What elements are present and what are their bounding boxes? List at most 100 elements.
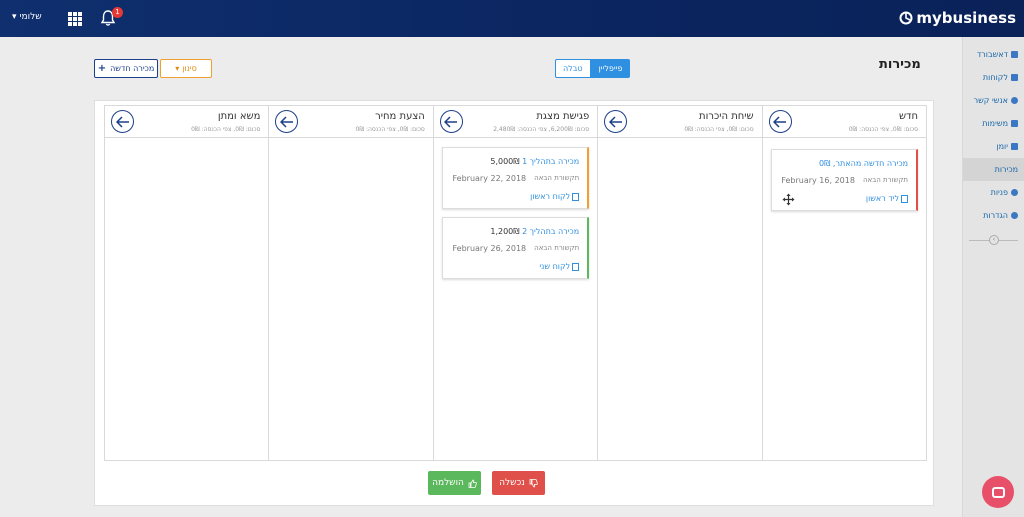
mark-lost-button[interactable]: נכשלה	[492, 471, 545, 495]
sale-card-title[interactable]: מכירה חדשה מהאתר, 0₪	[819, 159, 908, 168]
brand-logo[interactable]: mybusiness	[899, 9, 1016, 27]
sale-card[interactable]: מכירה חדשה מהאתר, 0₪ February 16, 2018 ת…	[770, 149, 919, 211]
sale-card-contact-name: ליד ראשון	[865, 194, 900, 203]
sale-card-next: February 16, 2018 תקשורת הבאה	[781, 176, 908, 185]
building-icon	[572, 192, 580, 201]
stage-column-quote: הצעת מחיר סכום: 0₪, צפי הכנסה: 0₪	[268, 106, 433, 460]
user-name: שלומי	[19, 12, 42, 22]
chat-launcher-button[interactable]	[982, 476, 1014, 508]
user-icon	[1011, 97, 1018, 104]
building-icon	[572, 262, 580, 271]
user-menu[interactable]: ▾ שלומי	[12, 12, 42, 22]
outcome-actions: הושלמה נכשלה	[95, 471, 933, 495]
brand-name: mybusiness	[916, 9, 1016, 27]
sale-card-next-label: תקשורת הבאה	[534, 244, 580, 252]
sale-card-name: מכירה בתהליך 1	[522, 157, 580, 166]
sidebar-item-calendar[interactable]: יומן	[963, 135, 1024, 158]
sidebar-item-inquiries[interactable]: פניות	[963, 181, 1024, 204]
mark-won-button[interactable]: הושלמה	[428, 471, 481, 495]
stage-summary: סכום: 0₪, צפי הכנסה: 0₪	[191, 126, 261, 133]
sale-card-name: מכירה חדשה מהאתר, 0₪	[819, 159, 909, 168]
sidebar: דאשבורד לקוחות אנשי קשר משימות יומן מכיר…	[962, 37, 1024, 517]
sidebar-item-contacts[interactable]: אנשי קשר	[963, 89, 1024, 112]
move-icon[interactable]	[782, 193, 795, 206]
list-icon	[1011, 120, 1018, 127]
move-stage-button[interactable]	[768, 110, 792, 133]
card-list: מכירה חדשה מהאתר, 0₪ February 16, 2018 ת…	[763, 138, 926, 211]
sale-card-contact[interactable]: ליד ראשון	[865, 194, 909, 203]
stage-header: שיחת היכרות סכום: 0₪, צפי הכנסה: 0₪	[598, 106, 762, 138]
sale-card-title[interactable]: מכירה בתהליך 2 1,200₪	[490, 227, 579, 236]
sidebar-collapse[interactable]: ‹	[963, 233, 1024, 247]
sale-card-name: מכירה בתהליך 2	[522, 227, 580, 236]
sidebar-item-label: הגדרות	[983, 211, 1008, 220]
sidebar-item-label: לקוחות	[982, 73, 1008, 82]
sidebar-item-label: דאשבורד	[976, 50, 1008, 59]
filter-button[interactable]: ▾ סינון	[160, 59, 212, 78]
stage-column-presentation: פגישת מצגת סכום: 6,200₪, צפי הכנסה: 2,48…	[432, 106, 598, 460]
thumbs-down-icon	[529, 478, 538, 487]
sale-card[interactable]: מכירה בתהליך 1 5,000₪ February 22, 2018 …	[441, 147, 590, 209]
filter-label: סינון	[182, 64, 197, 73]
chart-icon	[1011, 51, 1018, 58]
sale-card-amount: 1,200₪	[490, 227, 520, 236]
stage-header: חדש סכום: 0₪, צפי הכנסה: 0₪	[762, 106, 927, 138]
sale-card-contact[interactable]: לקוח שני	[539, 262, 580, 271]
move-stage-button[interactable]	[275, 110, 299, 133]
sidebar-item-sales[interactable]: מכירות	[963, 158, 1024, 181]
stage-title: שיחת היכרות	[699, 111, 754, 122]
stage-summary: סכום: 0₪, צפי הכנסה: 0₪	[355, 126, 425, 133]
gear-icon	[1011, 212, 1018, 219]
sale-card-date: February 22, 2018	[452, 174, 527, 183]
move-stage-button[interactable]	[111, 110, 134, 133]
chevron-left-icon: ‹	[989, 235, 999, 245]
top-bar: ▾ שלומי 1 mybusiness	[0, 0, 1024, 37]
stage-column-new: חדש סכום: 0₪, צפי הכנסה: 0₪ מכירה חדשה מ…	[761, 106, 927, 460]
sidebar-item-customers[interactable]: לקוחות	[963, 66, 1024, 89]
sidebar-item-tasks[interactable]: משימות	[963, 112, 1024, 135]
move-stage-button[interactable]	[604, 110, 628, 133]
stage-title: פגישת מצגת	[536, 111, 590, 122]
arrow-left-icon	[444, 115, 458, 128]
sale-card-contact-name: לקוח שני	[539, 262, 571, 271]
new-sale-label: מכירה חדשה	[110, 64, 155, 73]
thumbs-up-icon	[468, 479, 477, 488]
headset-icon	[1011, 189, 1018, 196]
lost-label: נכשלה	[499, 478, 525, 488]
chevron-down-icon: ▾	[12, 12, 17, 22]
move-stage-button[interactable]	[439, 110, 463, 133]
brand-icon	[899, 11, 913, 25]
sidebar-item-label: פניות	[990, 188, 1008, 197]
sidebar-item-label: יומן	[996, 142, 1008, 151]
stage-title: חדש	[898, 111, 919, 122]
stage-header: פגישת מצגת סכום: 6,200₪, צפי הכנסה: 2,48…	[433, 106, 598, 138]
sale-card-next-label: תקשורת הבאה	[534, 174, 580, 182]
sale-card-next: February 22, 2018 תקשורת הבאה	[453, 174, 580, 183]
sale-card-contact-name: לקוח ראשון	[530, 192, 571, 201]
sidebar-item-settings[interactable]: הגדרות	[963, 204, 1024, 227]
tab-pipeline[interactable]: פייפליין	[590, 59, 631, 78]
apps-grid-icon[interactable]	[68, 12, 82, 26]
building-icon	[901, 194, 909, 203]
stage-title: משא ומתן	[217, 111, 261, 122]
building-icon	[1011, 74, 1018, 81]
new-sale-button[interactable]: + מכירה חדשה	[94, 59, 158, 78]
sale-card-contact[interactable]: לקוח ראשון	[530, 192, 580, 201]
view-toggle: טבלה פייפליין	[555, 59, 631, 78]
arrow-left-icon	[608, 115, 622, 128]
stage-column-negotiation: משא ומתן סכום: 0₪, צפי הכנסה: 0₪	[105, 106, 269, 460]
sale-card-next-label: תקשורת הבאה	[862, 176, 909, 184]
sidebar-item-dashboard[interactable]: דאשבורד	[963, 43, 1024, 66]
tab-table[interactable]: טבלה	[555, 59, 591, 78]
sale-card[interactable]: מכירה בתהליך 2 1,200₪ February 26, 2018 …	[441, 217, 590, 279]
plus-icon: +	[97, 63, 107, 74]
won-label: הושלמה	[432, 478, 464, 488]
stage-summary: סכום: 6,200₪, צפי הכנסה: 2,480₪	[493, 126, 590, 133]
sale-card-title[interactable]: מכירה בתהליך 1 5,000₪	[490, 157, 579, 166]
page-title: מכירות	[879, 57, 921, 72]
stage-column-intro-call: שיחת היכרות סכום: 0₪, צפי הכנסה: 0₪	[597, 106, 762, 460]
stage-header: הצעת מחיר סכום: 0₪, צפי הכנסה: 0₪	[269, 106, 433, 138]
notifications-button[interactable]: 1	[100, 7, 123, 28]
calendar-icon	[1011, 143, 1018, 150]
arrow-left-icon	[115, 115, 129, 128]
